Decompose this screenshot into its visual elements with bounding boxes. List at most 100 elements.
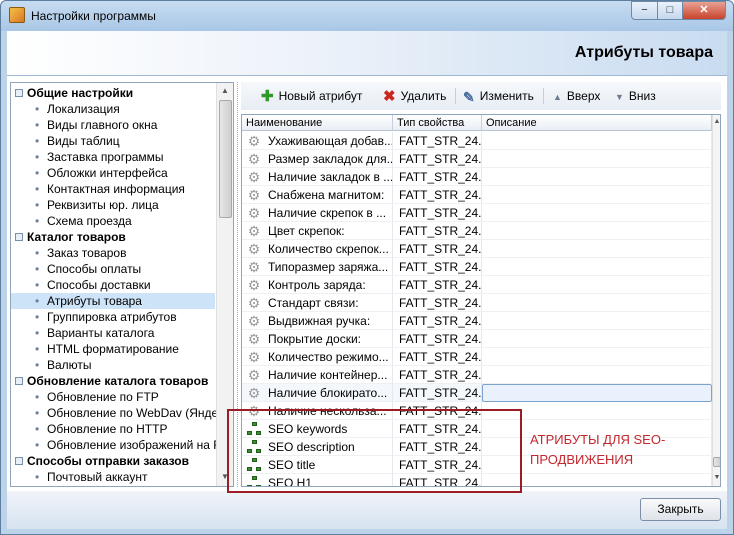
delete-button[interactable]: ✖ Удалить [383, 86, 446, 106]
sidebar-item[interactable]: • Варианты каталога [11, 325, 215, 341]
sidebar-item[interactable]: • Локализация [11, 101, 215, 117]
cell-name[interactable]: ⚙ Покрытие доски: [242, 330, 393, 348]
expander-icon[interactable] [15, 233, 23, 241]
expander-icon[interactable] [15, 377, 23, 385]
expander-icon[interactable] [15, 457, 23, 465]
table-row[interactable]: ⚙ Размер закладок для... FATT_STR_24... [242, 150, 712, 168]
cell-type[interactable]: FATT_STR_24... [393, 348, 482, 366]
cell-type[interactable]: FATT_STR_24... [393, 132, 482, 150]
sidebar-item[interactable]: • Атрибуты товара [11, 293, 215, 309]
cell-type[interactable]: FATT_STR_24... [393, 384, 482, 402]
expander-icon[interactable] [15, 89, 23, 97]
column-header-type[interactable]: Тип свойства [393, 115, 482, 131]
cell-name[interactable]: ⚙ Наличие блокирато... [242, 384, 393, 402]
title-bar[interactable]: Настройки программы − □ ✕ [1, 1, 733, 31]
cell-type[interactable]: FATT_STR_24... [393, 222, 482, 240]
minimize-button[interactable]: − [631, 1, 658, 20]
sidebar-item[interactable]: • Заказ товаров [11, 245, 215, 261]
move-down-button[interactable]: ▼ Вниз [615, 86, 656, 106]
cell-name[interactable]: ⚙ Цвет скрепок: [242, 222, 393, 240]
table-row[interactable]: ⚙ Контроль заряда: FATT_STR_24... [242, 276, 712, 294]
table-row[interactable]: ⚙ Покрытие доски: FATT_STR_24... [242, 330, 712, 348]
table-row[interactable]: ⚙ Выдвижная ручка: FATT_STR_24... [242, 312, 712, 330]
move-up-button[interactable]: ▲ Вверх [553, 86, 600, 106]
cell-description[interactable] [482, 204, 712, 222]
sidebar-item[interactable]: • Обновление по FTP [11, 389, 215, 405]
sidebar-item[interactable]: • Обновление изображений на FTP [11, 437, 233, 453]
cell-name[interactable]: ⚙ Типоразмер заряжа... [242, 258, 393, 276]
sidebar-item[interactable]: • Обновление по HTTP [11, 421, 215, 437]
cell-type[interactable]: FATT_STR_24... [393, 366, 482, 384]
cell-description[interactable] [482, 258, 712, 276]
cell-type[interactable]: FATT_STR_24... [393, 204, 482, 222]
table-row[interactable]: ⚙ Типоразмер заряжа... FATT_STR_24... [242, 258, 712, 276]
cell-description[interactable] [482, 150, 712, 168]
close-button[interactable]: Закрыть [640, 498, 721, 521]
sidebar-item[interactable]: • Обновление по WebDav (Яндекс [11, 405, 230, 421]
table-row[interactable]: ⚙ Наличие блокирато... FATT_STR_24... [242, 384, 712, 402]
cell-description[interactable] [482, 384, 712, 402]
cell-description[interactable] [482, 276, 712, 294]
cell-type[interactable]: FATT_STR_24... [393, 294, 482, 312]
new-attribute-button[interactable]: ✚ Новый атрибут [261, 86, 362, 106]
table-row[interactable]: ⚙ Количество режимо... FATT_STR_24... [242, 348, 712, 366]
table-row[interactable]: ⚙ Наличие закладок в ... FATT_STR_24... [242, 168, 712, 186]
cell-name[interactable]: ⚙ Количество скрепок... [242, 240, 393, 258]
sidebar-group[interactable]: Обновление каталога товаров [11, 373, 215, 389]
cell-type[interactable]: FATT_STR_24... [393, 186, 482, 204]
grid-scroll-thumb[interactable] [713, 457, 720, 467]
sidebar-group[interactable]: Способы отправки заказов [11, 453, 215, 469]
sidebar-item[interactable]: • Заставка программы [11, 149, 215, 165]
cell-description[interactable] [482, 132, 712, 150]
cell-description[interactable] [482, 348, 712, 366]
cell-description[interactable] [482, 330, 712, 348]
sidebar-item[interactable]: • Группировка атрибутов [11, 309, 215, 325]
cell-name[interactable]: ⚙ Количество режимо... [242, 348, 393, 366]
cell-name[interactable]: ⚙ Контроль заряда: [242, 276, 393, 294]
cell-description[interactable] [482, 168, 712, 186]
cell-name[interactable]: ⚙ Выдвижная ручка: [242, 312, 393, 330]
cell-type[interactable]: FATT_STR_24... [393, 330, 482, 348]
table-row[interactable]: ⚙ Цвет скрепок: FATT_STR_24... [242, 222, 712, 240]
cell-type[interactable]: FATT_STR_24... [393, 258, 482, 276]
table-row[interactable]: ⚙ Стандарт связи: FATT_STR_24... [242, 294, 712, 312]
cell-type[interactable]: FATT_STR_24... [393, 312, 482, 330]
close-window-button[interactable]: ✕ [682, 1, 726, 20]
cell-description[interactable] [482, 222, 712, 240]
sidebar-item[interactable]: • Виды главного окна [11, 117, 215, 133]
tree-scroll-thumb[interactable] [219, 100, 232, 218]
sidebar-item[interactable]: • Схема проезда [11, 213, 215, 229]
cell-name[interactable]: ⚙ Снабжена магнитом: [242, 186, 393, 204]
sidebar-item[interactable]: • HTML форматирование [11, 341, 215, 357]
cell-type[interactable]: FATT_STR_24... [393, 168, 482, 186]
cell-name[interactable]: ⚙ Стандарт связи: [242, 294, 393, 312]
sidebar-item[interactable]: • Способы доставки [11, 277, 215, 293]
table-row[interactable]: ⚙ Снабжена магнитом: FATT_STR_24... [242, 186, 712, 204]
sidebar-item[interactable]: • Контактная информация [11, 181, 215, 197]
scroll-up-arrow-icon[interactable]: ▲ [217, 86, 233, 95]
table-row[interactable]: ⚙ Количество скрепок... FATT_STR_24... [242, 240, 712, 258]
column-header-name[interactable]: Наименование [242, 115, 393, 131]
cell-description[interactable] [482, 186, 712, 204]
sidebar-item[interactable]: • Виды таблиц [11, 133, 215, 149]
sidebar-item[interactable]: • Обложки интерфейса [11, 165, 215, 181]
table-row[interactable]: ⚙ Ухаживающая добав... FATT_STR_24... [242, 132, 712, 150]
cell-description[interactable] [482, 294, 712, 312]
cell-name[interactable]: ⚙ Ухаживающая добав... [242, 132, 393, 150]
grid-scrollbar[interactable]: ▲ ▼ [712, 115, 720, 486]
cell-name[interactable]: ⚙ Наличие закладок в ... [242, 168, 393, 186]
sidebar-item[interactable]: • Валюты [11, 357, 215, 373]
maximize-button[interactable]: □ [657, 1, 683, 20]
sidebar-group[interactable]: Каталог товаров [11, 229, 215, 245]
sidebar-item[interactable]: • Почтовый аккаунт [11, 469, 215, 485]
sidebar-item[interactable]: • Способы оплаты [11, 261, 215, 277]
cell-type[interactable]: FATT_STR_24... [393, 276, 482, 294]
cell-name[interactable]: ⚙ Наличие скрепок в ... [242, 204, 393, 222]
cell-description[interactable] [482, 312, 712, 330]
grid-scroll-up-icon[interactable]: ▲ [713, 118, 720, 125]
cell-description[interactable] [482, 240, 712, 258]
cell-name[interactable]: ⚙ Размер закладок для... [242, 150, 393, 168]
sidebar-group[interactable]: Общие настройки [11, 85, 215, 101]
column-header-description[interactable]: Описание [482, 115, 712, 131]
cell-type[interactable]: FATT_STR_24... [393, 150, 482, 168]
